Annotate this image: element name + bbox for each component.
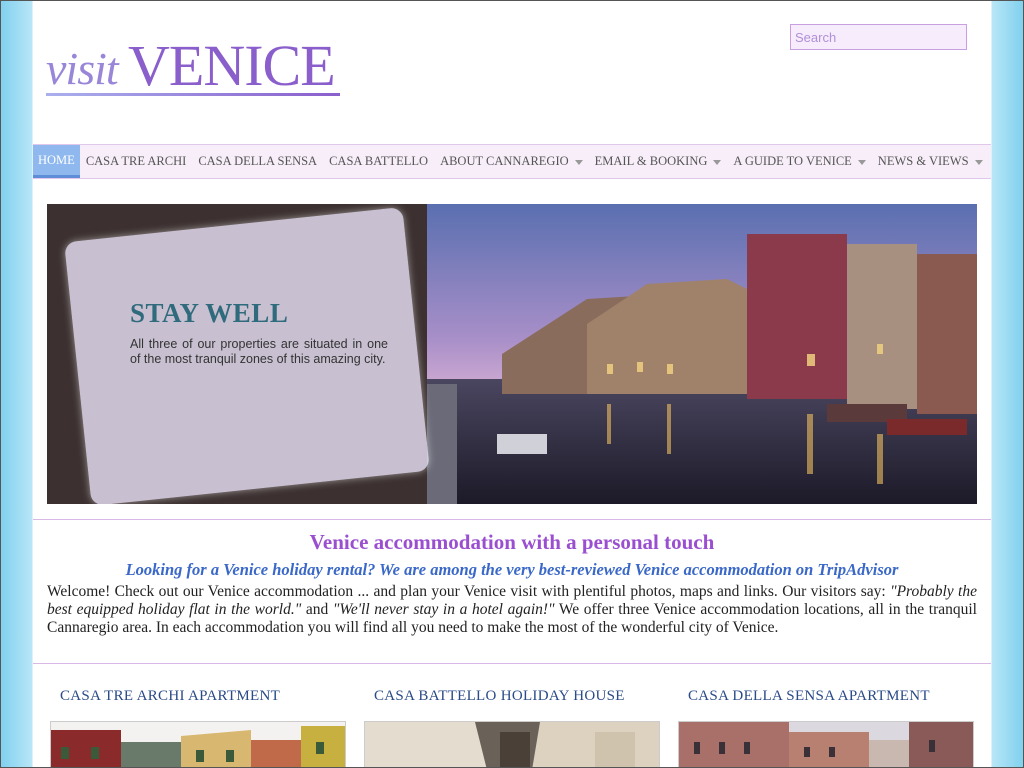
search-input[interactable]	[790, 24, 967, 50]
divider	[33, 519, 991, 520]
nav-casa-battello-label: CASA BATTELLO	[329, 154, 429, 168]
nav-guide-to-venice[interactable]: A GUIDE TO VENICE	[727, 145, 871, 178]
logo-underline	[46, 93, 340, 96]
welcome-body-text: and	[301, 601, 333, 618]
hero-title: STAY WELL	[130, 298, 289, 328]
logo-visit: visit	[46, 43, 119, 94]
nav-news-views[interactable]: NEWS & VIEWS	[872, 145, 989, 178]
chevron-down-icon	[713, 159, 722, 165]
property-title-tre-archi[interactable]: CASA TRE ARCHI APARTMENT	[60, 688, 280, 705]
welcome-body-text: Welcome! Check out our Venice accommodat…	[47, 583, 891, 600]
nav-about-cannaregio-label: ABOUT CANNAREGIO	[440, 154, 569, 168]
chevron-down-icon	[574, 159, 583, 165]
hero-slideshow[interactable]: STAY WELL All three of our properties ar…	[47, 204, 977, 504]
nav-casa-tre-archi-label: CASA TRE ARCHI	[85, 154, 187, 168]
welcome-body: Welcome! Check out our Venice accommodat…	[47, 583, 977, 637]
nav-about-cannaregio[interactable]: ABOUT CANNAREGIO	[434, 145, 589, 178]
chevron-down-icon	[857, 159, 866, 165]
welcome-title: Venice accommodation with a personal tou…	[309, 530, 715, 554]
property-image-della-sensa[interactable]	[678, 721, 974, 768]
nav-news-views-label: NEWS & VIEWS	[877, 154, 969, 168]
property-image-battello[interactable]	[364, 721, 660, 768]
property-title-battello[interactable]: CASA BATTELLO HOLIDAY HOUSE	[374, 688, 625, 705]
nav-casa-battello[interactable]: CASA BATTELLO	[323, 145, 434, 178]
nav-casa-della-sensa-label: CASA DELLA SENSA	[198, 154, 318, 168]
site-logo[interactable]: visit VENICE	[46, 32, 346, 98]
nav-email-booking-label: EMAIL & BOOKING	[594, 154, 708, 168]
welcome-quote: "We'll never stay in a hotel again!"	[332, 601, 555, 618]
nav-guide-to-venice-label: A GUIDE TO VENICE	[733, 154, 852, 168]
logo-venice: VENICE	[128, 33, 336, 98]
nav-home[interactable]: HOME	[33, 145, 80, 178]
nav-casa-tre-archi[interactable]: CASA TRE ARCHI	[80, 145, 193, 178]
nav-email-booking[interactable]: EMAIL & BOOKING	[589, 145, 728, 178]
welcome-subtitle[interactable]: Looking for a Venice holiday rental? We …	[33, 560, 991, 580]
nav-home-label: HOME	[38, 153, 75, 167]
chevron-down-icon	[974, 159, 983, 165]
page: visit VENICE HOME CASA TRE ARCHI CASA DE…	[33, 2, 991, 768]
property-title-della-sensa[interactable]: CASA DELLA SENSA APARTMENT	[688, 688, 930, 705]
property-image-tre-archi[interactable]	[50, 721, 346, 768]
hero-text: All three of our properties are situated…	[130, 337, 388, 366]
main-nav: HOME CASA TRE ARCHI CASA DELLA SENSA CAS…	[33, 144, 991, 179]
divider	[33, 663, 991, 664]
nav-casa-della-sensa[interactable]: CASA DELLA SENSA	[192, 145, 323, 178]
